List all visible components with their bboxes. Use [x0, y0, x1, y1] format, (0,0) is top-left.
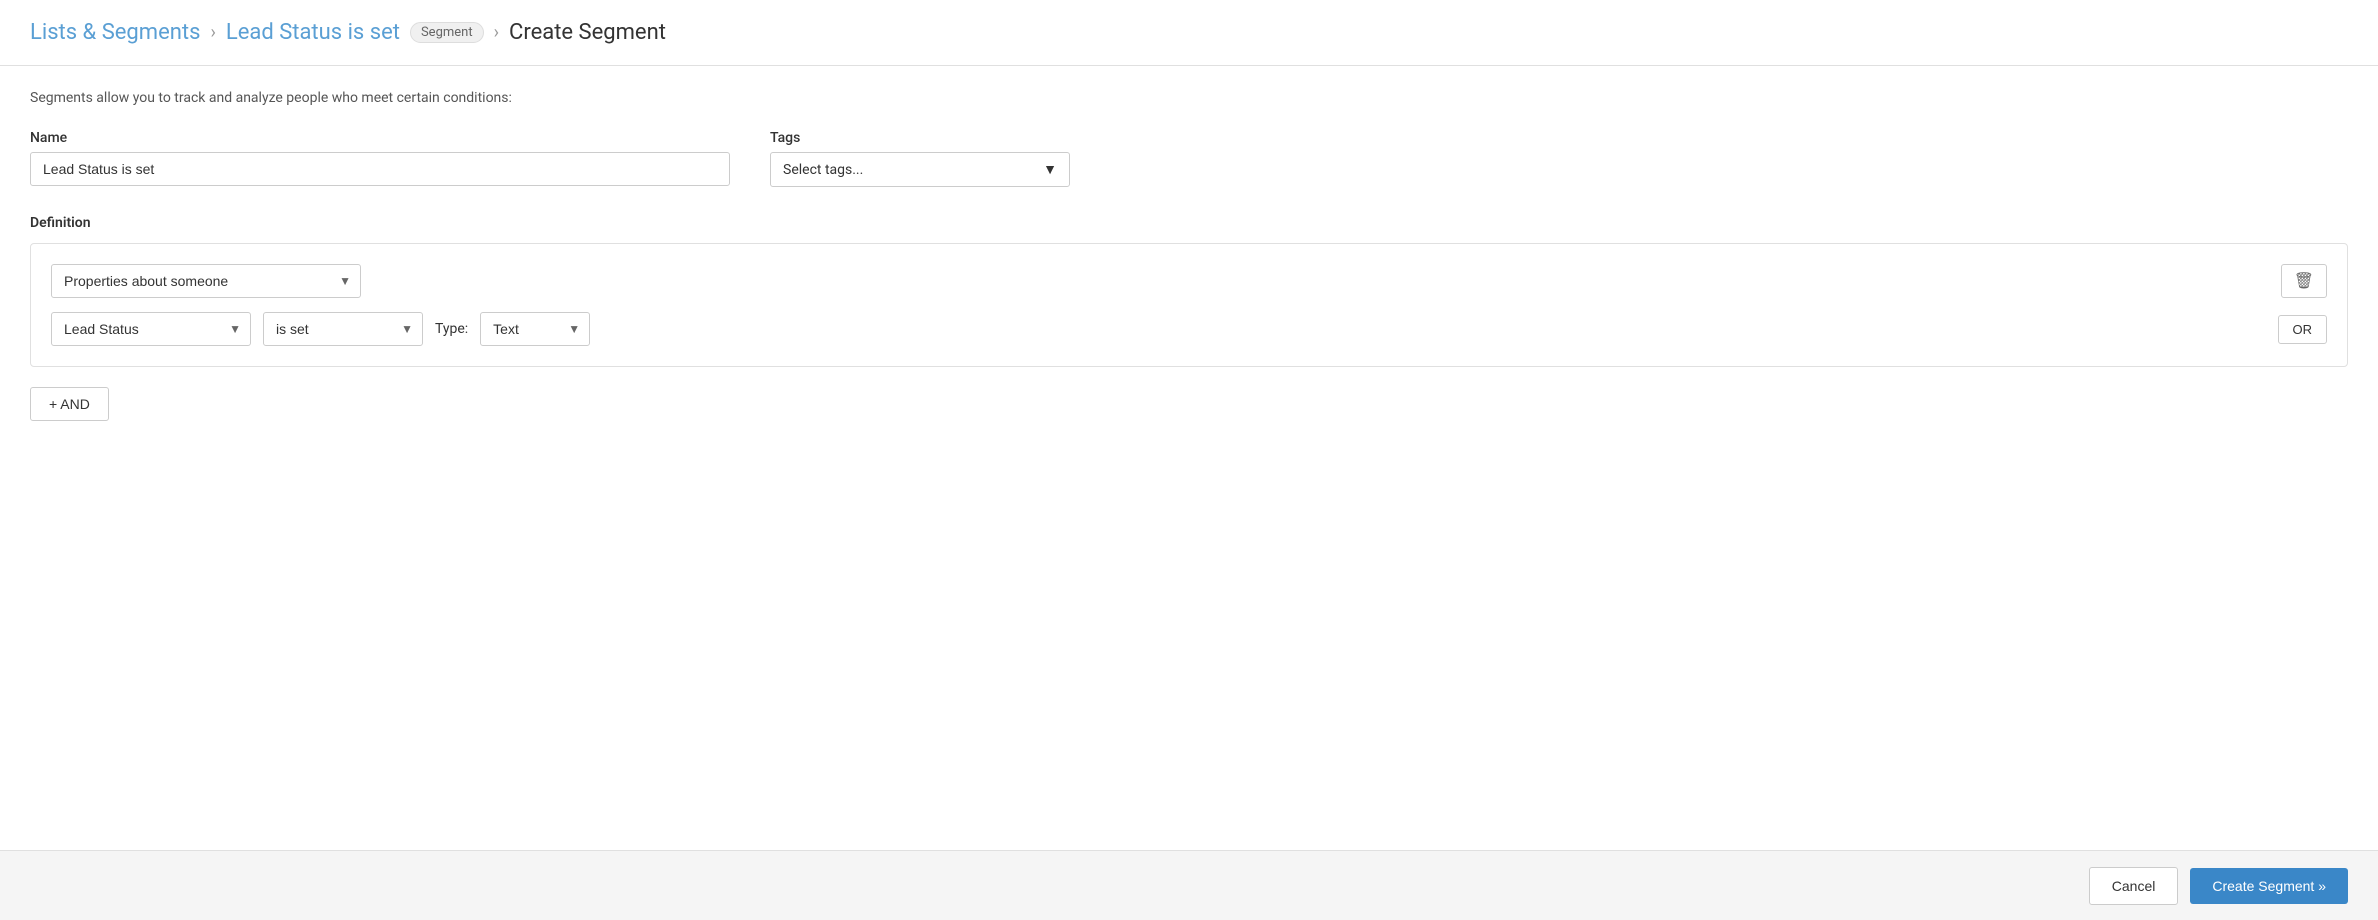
breadcrumb: Lists & Segments › Lead Status is set Se…: [0, 0, 2378, 66]
tags-select[interactable]: Select tags... ▼: [770, 152, 1070, 187]
segment-name-input[interactable]: [30, 152, 730, 186]
delete-condition-button[interactable]: 🗑: [2281, 264, 2327, 298]
type-label: Type:: [435, 321, 468, 337]
trash-icon: 🗑: [2294, 271, 2314, 291]
create-segment-button[interactable]: Create Segment »: [2190, 868, 2348, 904]
tags-placeholder: Select tags...: [783, 162, 863, 178]
and-button[interactable]: + AND: [30, 387, 109, 421]
tags-form-group: Tags Select tags... ▼: [770, 130, 1070, 187]
tags-dropdown-arrow: ▼: [1043, 161, 1057, 178]
page-title: Create Segment: [509, 20, 666, 45]
name-form-group: Name: [30, 130, 730, 187]
properties-select-wrapper: Properties about someone ▼: [51, 264, 361, 298]
is-set-select-wrapper: is set ▼: [263, 312, 423, 346]
type-dropdown[interactable]: Text: [480, 312, 590, 346]
subtitle-text: Segments allow you to track and analyze …: [30, 90, 2348, 106]
or-button[interactable]: OR: [2278, 315, 2328, 344]
condition-left: Properties about someone ▼: [51, 264, 2273, 298]
breadcrumb-segment-name[interactable]: Lead Status is set: [226, 20, 400, 45]
cancel-button[interactable]: Cancel: [2089, 867, 2179, 905]
form-name-tags-row: Name Tags Select tags... ▼: [30, 130, 2348, 187]
type-select-wrapper: Text ▼: [480, 312, 590, 346]
breadcrumb-segment-badge: Segment: [410, 22, 484, 43]
tags-label: Tags: [770, 130, 1070, 146]
definition-title: Definition: [30, 215, 2348, 231]
breadcrumb-separator-1: ›: [210, 22, 215, 43]
properties-dropdown[interactable]: Properties about someone: [51, 264, 361, 298]
definition-section: Definition Properties about someone ▼ 🗑: [30, 215, 2348, 421]
main-content: Segments allow you to track and analyze …: [0, 66, 2378, 445]
name-label: Name: [30, 130, 730, 146]
definition-box: Properties about someone ▼ 🗑 Lead Statu: [30, 243, 2348, 367]
footer-bar: Cancel Create Segment »: [0, 850, 2378, 920]
lead-status-dropdown[interactable]: Lead Status: [51, 312, 251, 346]
lead-status-select-wrapper: Lead Status ▼: [51, 312, 251, 346]
breadcrumb-lists-segments[interactable]: Lists & Segments: [30, 20, 200, 45]
is-set-dropdown[interactable]: is set: [263, 312, 423, 346]
breadcrumb-separator-2: ›: [494, 22, 499, 43]
